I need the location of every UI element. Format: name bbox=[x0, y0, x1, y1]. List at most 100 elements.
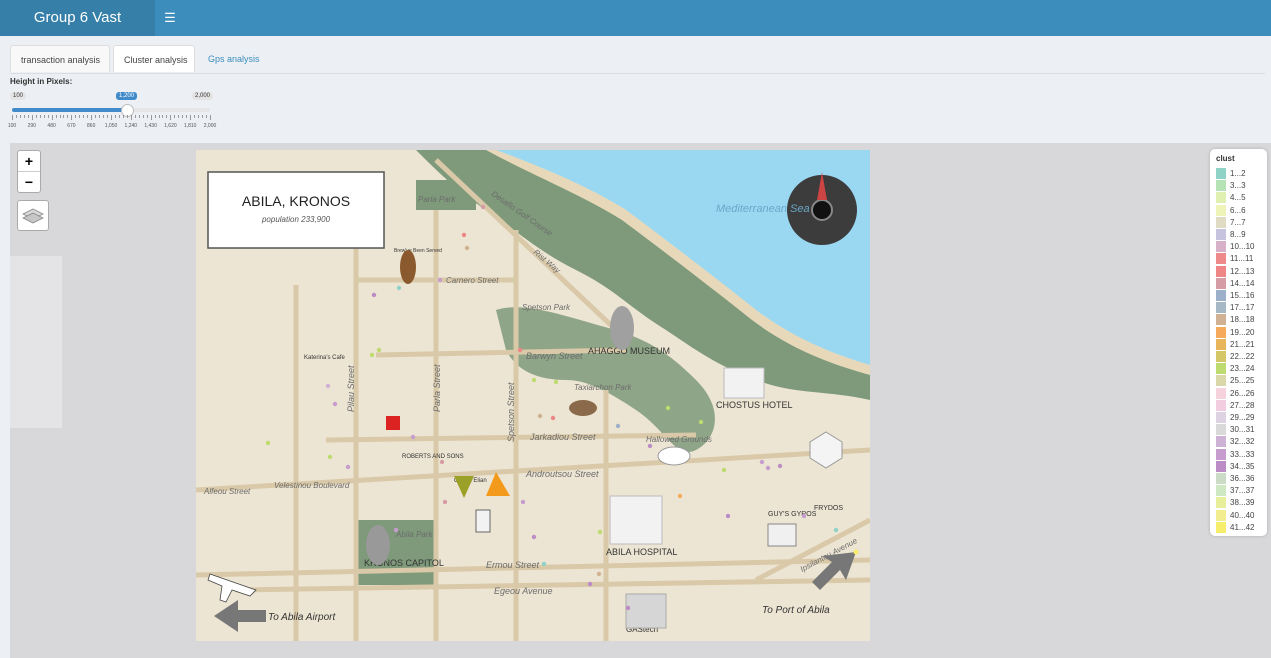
cluster-point[interactable] bbox=[393, 527, 399, 533]
hamburger-icon[interactable]: ☰ bbox=[163, 0, 177, 36]
legend-item: 36...36 bbox=[1216, 473, 1266, 485]
cluster-point[interactable] bbox=[345, 464, 351, 470]
label-taxiarchon: Taxiarchon Park bbox=[574, 383, 633, 392]
cluster-point[interactable] bbox=[541, 561, 547, 567]
legend-label: 29...29 bbox=[1230, 413, 1255, 422]
cluster-point[interactable] bbox=[665, 405, 671, 411]
legend-item: 12...13 bbox=[1216, 265, 1266, 278]
legend-swatch bbox=[1216, 351, 1226, 362]
cluster-point[interactable] bbox=[464, 245, 470, 251]
abila-tourist-map[interactable]: ABILA, KRONOS population 233,900 Mediter… bbox=[196, 150, 870, 641]
cluster-point[interactable] bbox=[801, 513, 807, 519]
cluster-point[interactable] bbox=[531, 534, 537, 540]
slider-tick bbox=[202, 115, 204, 118]
cluster-point[interactable] bbox=[759, 459, 765, 465]
slider-tick bbox=[31, 115, 33, 120]
cluster-point[interactable] bbox=[396, 285, 402, 291]
tab-gps-analysis[interactable]: Gps analysis bbox=[198, 45, 268, 72]
slider-tick bbox=[67, 115, 69, 118]
legend-item: 22...22 bbox=[1216, 351, 1266, 363]
label-parla-st: Parla Street bbox=[432, 364, 442, 412]
cluster-point[interactable] bbox=[596, 571, 602, 577]
legend-swatch bbox=[1216, 338, 1226, 350]
height-slider-label: Height in Pixels: bbox=[10, 77, 73, 86]
legend-swatch bbox=[1216, 375, 1226, 387]
cluster-point[interactable] bbox=[332, 401, 338, 407]
legend-swatch bbox=[1216, 412, 1226, 423]
zoom-in-button[interactable]: + bbox=[18, 151, 40, 172]
slider-tick-label: 860 bbox=[87, 123, 96, 129]
legend-label: 27...28 bbox=[1230, 400, 1255, 410]
tab-transaction-analysis[interactable]: transaction analysis bbox=[10, 45, 110, 72]
cluster-point[interactable] bbox=[327, 454, 333, 460]
cluster-point[interactable] bbox=[721, 467, 727, 473]
label-hallowed: Hallowed Grounds bbox=[646, 435, 712, 444]
slider-tick bbox=[126, 115, 128, 118]
legend-swatch bbox=[1216, 277, 1226, 289]
cluster-point[interactable] bbox=[853, 549, 859, 555]
label-androutsou: Androutsou Street bbox=[525, 469, 599, 479]
layers-button[interactable] bbox=[17, 200, 49, 231]
cluster-point[interactable] bbox=[376, 347, 382, 353]
cluster-point[interactable] bbox=[520, 499, 526, 505]
cluster-point[interactable] bbox=[371, 292, 377, 298]
cluster-point[interactable] bbox=[698, 419, 704, 425]
cluster-point[interactable] bbox=[597, 529, 603, 535]
cluster-point[interactable] bbox=[777, 463, 783, 469]
slider-tick bbox=[194, 115, 196, 118]
cluster-point[interactable] bbox=[369, 352, 375, 358]
cluster-point[interactable] bbox=[553, 379, 559, 385]
cluster-point[interactable] bbox=[325, 383, 331, 389]
tab-divider bbox=[10, 73, 1265, 74]
legend-item: 26...26 bbox=[1216, 387, 1266, 400]
zoom-out-button[interactable]: − bbox=[18, 172, 40, 192]
cluster-point[interactable] bbox=[531, 377, 537, 383]
cluster-point[interactable] bbox=[647, 443, 653, 449]
slider-tick bbox=[43, 115, 45, 118]
slider-tick bbox=[59, 115, 61, 118]
app-title: Group 6 Vast bbox=[0, 0, 155, 36]
cluster-point[interactable] bbox=[625, 605, 631, 611]
legend-label: 37...37 bbox=[1230, 486, 1255, 496]
slider-tick bbox=[166, 115, 168, 118]
cluster-point[interactable] bbox=[765, 465, 771, 471]
legend-item: 21...21 bbox=[1216, 338, 1266, 351]
tab-cluster-analysis[interactable]: Cluster analysis bbox=[113, 45, 195, 72]
slider-tick bbox=[114, 115, 116, 118]
label-katerinas: Katerina's Cafe bbox=[304, 355, 345, 361]
cluster-point[interactable] bbox=[550, 415, 556, 421]
label-ahaggo: AHAGGO MUSEUM bbox=[588, 346, 670, 356]
cluster-point[interactable] bbox=[480, 204, 486, 210]
map-side-panel bbox=[10, 256, 62, 428]
cluster-point[interactable] bbox=[615, 423, 621, 429]
legend-swatch bbox=[1216, 387, 1226, 399]
cluster-point[interactable] bbox=[833, 527, 839, 533]
legend-label: 8...9 bbox=[1230, 230, 1246, 239]
label-alfeou: Alfeou Street bbox=[203, 487, 251, 496]
slider-ticks bbox=[12, 115, 211, 121]
legend-item: 4...5 bbox=[1216, 192, 1266, 204]
cluster-point[interactable] bbox=[725, 513, 731, 519]
slider-tick bbox=[154, 115, 156, 118]
cluster-point[interactable] bbox=[517, 347, 523, 353]
legend-item: 19...20 bbox=[1216, 326, 1266, 339]
cluster-point[interactable] bbox=[437, 277, 443, 283]
cluster-point[interactable] bbox=[537, 413, 543, 419]
legend-item: 14...14 bbox=[1216, 277, 1266, 290]
label-chostus: CHOSTUS HOTEL bbox=[716, 400, 793, 410]
legend-swatch bbox=[1216, 241, 1226, 253]
slider-tick bbox=[91, 115, 93, 120]
cluster-point[interactable] bbox=[439, 459, 445, 465]
cluster-point[interactable] bbox=[265, 440, 271, 446]
cluster-point[interactable] bbox=[461, 232, 467, 238]
cluster-point[interactable] bbox=[677, 493, 683, 499]
label-spetson-st: Spetson Street bbox=[506, 382, 516, 442]
slider-tick bbox=[118, 115, 120, 118]
bus-icon bbox=[767, 523, 797, 547]
cluster-point[interactable] bbox=[410, 434, 416, 440]
legend-item: 41...42 bbox=[1216, 521, 1266, 534]
cluster-point[interactable] bbox=[587, 581, 593, 587]
legend-swatch bbox=[1216, 448, 1226, 460]
legend-swatch bbox=[1216, 424, 1226, 436]
cluster-point[interactable] bbox=[442, 499, 448, 505]
